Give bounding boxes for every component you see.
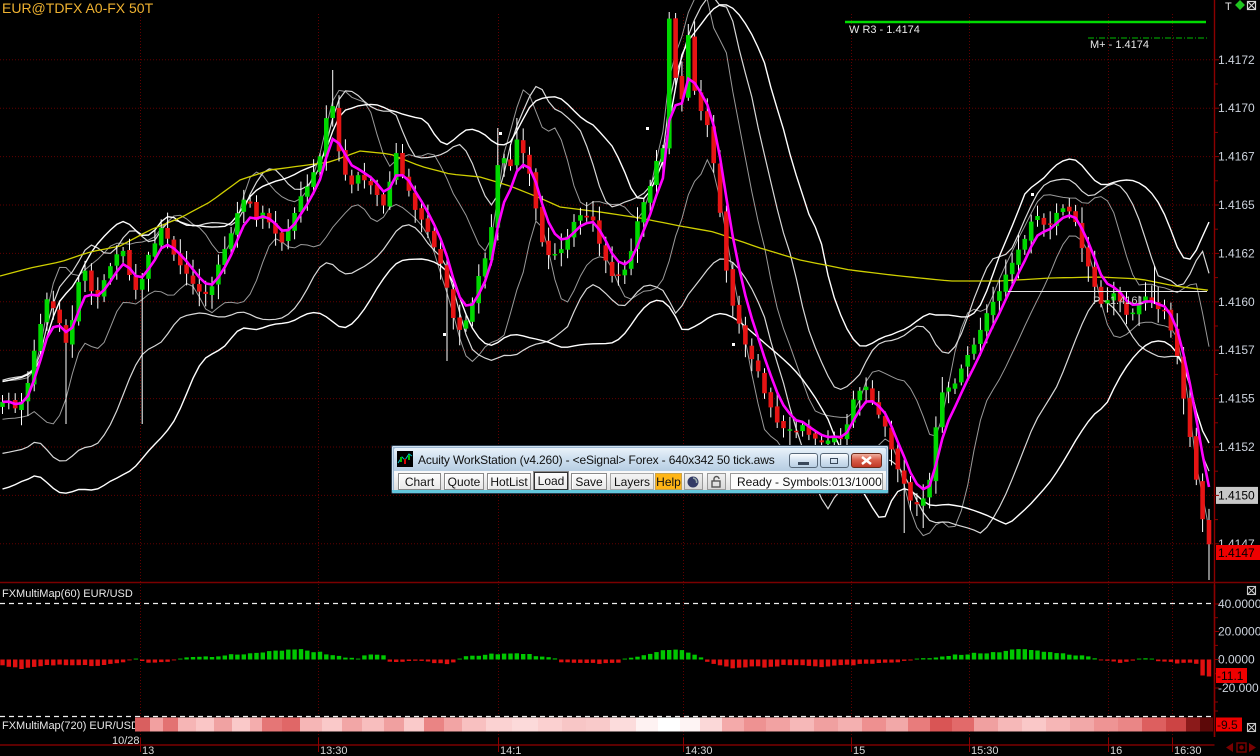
svg-text:EUR@TDFX A0-FX 50T: EUR@TDFX A0-FX 50T [2, 0, 154, 16]
svg-text:FXMultiMap(720) EUR/USD: FXMultiMap(720) EUR/USD [2, 720, 139, 732]
svg-text:T: T [1225, 1, 1232, 13]
svg-text:40.0000: 40.0000 [1218, 597, 1260, 611]
svg-text:13:30: 13:30 [320, 745, 348, 756]
svg-text:1.4155: 1.4155 [1218, 392, 1255, 406]
svg-text:14:1: 14:1 [500, 745, 521, 756]
svg-text:20.0000: 20.0000 [1218, 625, 1260, 639]
svg-text:FXMultiMap(60) EUR/USD: FXMultiMap(60) EUR/USD [2, 588, 133, 600]
svg-text:-9.5: -9.5 [1217, 718, 1238, 732]
svg-text:1.4150: 1.4150 [1218, 488, 1255, 502]
svg-text:-20.000: -20.000 [1218, 681, 1259, 695]
svg-text:W R3 - 1.4174: W R3 - 1.4174 [849, 24, 920, 36]
svg-text:1.4167: 1.4167 [1218, 150, 1255, 164]
svg-text:1.4170: 1.4170 [1218, 101, 1255, 115]
svg-text:M+ - 1.4174: M+ - 1.4174 [1090, 39, 1149, 51]
svg-text:1.4152: 1.4152 [1218, 440, 1255, 454]
svg-text:15: 15 [853, 745, 865, 756]
svg-text:-11.1: -11.1 [1217, 669, 1244, 683]
svg-text:1.4157: 1.4157 [1218, 343, 1255, 357]
svg-text:P - 1.4161: P - 1.4161 [1093, 295, 1144, 307]
svg-text:1.4162: 1.4162 [1218, 246, 1255, 260]
svg-text:1.4165: 1.4165 [1218, 198, 1255, 212]
svg-text:14:30: 14:30 [685, 745, 713, 756]
svg-text:16:30: 16:30 [1174, 745, 1202, 756]
svg-text:16: 16 [1110, 745, 1122, 756]
svg-text:1.4160: 1.4160 [1218, 295, 1255, 309]
svg-text:15:30: 15:30 [971, 745, 999, 756]
svg-text:1.4147: 1.4147 [1218, 546, 1255, 560]
svg-text:0.0000: 0.0000 [1218, 653, 1255, 667]
svg-text:1.4172: 1.4172 [1218, 53, 1255, 67]
svg-text:13: 13 [142, 745, 154, 756]
